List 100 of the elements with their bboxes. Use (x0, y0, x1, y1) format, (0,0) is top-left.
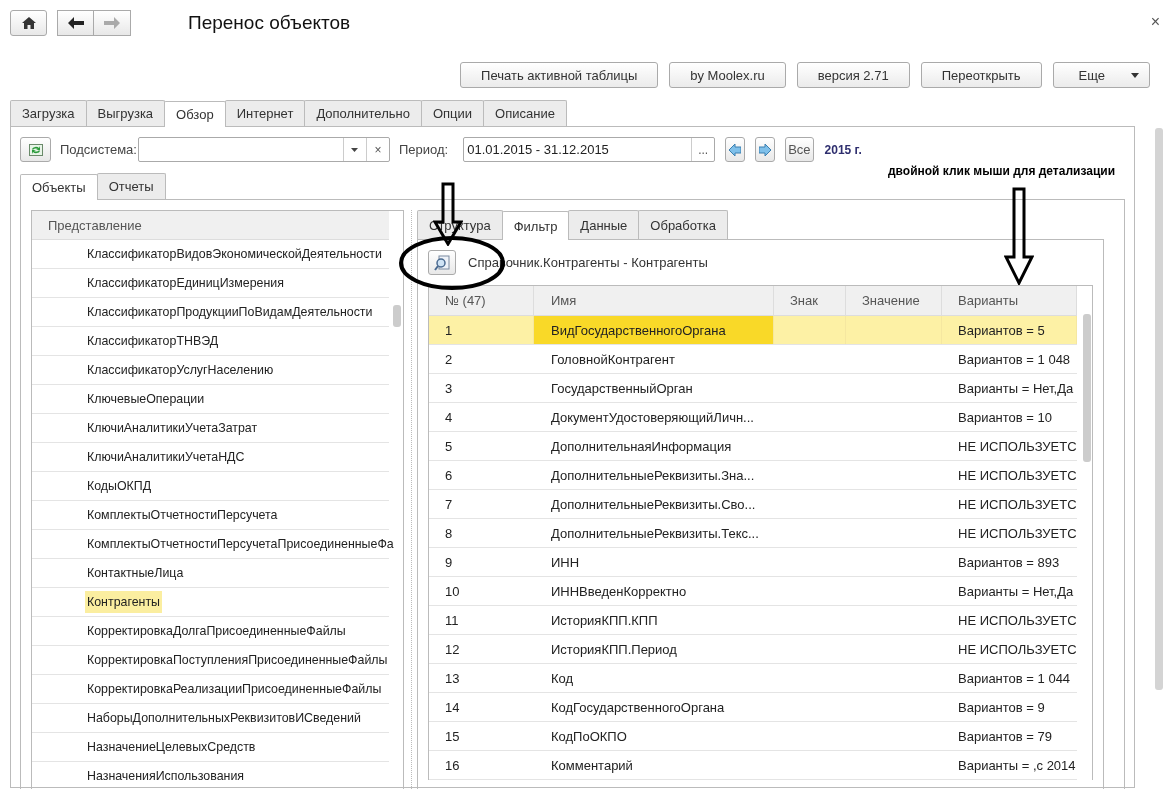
tab[interactable]: Отчеты (96, 173, 166, 199)
tab[interactable]: Описание (483, 100, 567, 126)
list-item[interactable]: КлассификаторВидовЭкономическойДеятельности (85, 243, 384, 265)
list-item[interactable]: НазначенияИспользования (85, 765, 247, 787)
table-row[interactable]: 1 ВидГосударственногоОргана Вариантов = 5 (429, 316, 1077, 345)
scrollbar-thumb[interactable] (1155, 128, 1163, 690)
column-header: Знак (774, 286, 846, 315)
list-item[interactable]: КлючевыеОперации (85, 388, 207, 410)
tab[interactable]: Обзор (164, 101, 226, 127)
forward-arrow-icon (104, 17, 120, 29)
scrollbar-thumb[interactable] (393, 305, 401, 327)
tab[interactable]: Интернет (224, 100, 306, 126)
table-row[interactable]: 9 ИНН Вариантов = 893 (429, 548, 1077, 577)
period-field[interactable]: 01.01.2015 - 31.12.2015 ... (463, 137, 716, 162)
tab[interactable]: Дополнительно (304, 100, 422, 126)
tab[interactable]: Опции (420, 100, 485, 126)
table-row[interactable]: 8 ДополнительныеРеквизиты.Текс... НЕ ИСПОЛЬЗУЕТС (429, 519, 1077, 548)
column-header: № (47) (429, 286, 534, 315)
list-item[interactable]: НаборыДополнительныхРеквизитовИСведений (85, 707, 363, 729)
table-row[interactable]: 4 ДокументУдостоверяющийЛичн... Вариантов = 10 (429, 403, 1077, 432)
close-button[interactable]: × (1148, 13, 1162, 31)
table-row[interactable]: 5 ДополнительнаяИнформация НЕ ИСПОЛЬЗУЕТС (429, 432, 1077, 461)
command-button[interactable]: Печать активной таблицы (460, 62, 659, 88)
tab[interactable]: Обработка (638, 210, 728, 239)
table-row[interactable]: 11 ИсторияКПП.КПП НЕ ИСПОЛЬЗУЕТС (429, 606, 1077, 635)
table-cell: Вариантов = 10 (958, 409, 1053, 425)
table-cell: Код (551, 670, 574, 686)
command-button[interactable]: by Moolex.ru (669, 62, 786, 88)
table-cell: Вариантов = 79 (958, 728, 1053, 744)
list-item[interactable]: Контрагенты (85, 591, 162, 613)
right-arrow-icon (759, 143, 772, 156)
table-cell: Вариантов = 5 (958, 322, 1045, 338)
tab[interactable]: Фильтр (501, 211, 570, 240)
list-item[interactable]: КлючиАналитикиУчетаНДС (85, 446, 247, 468)
table-cell: 11 (445, 612, 459, 628)
table-cell: Варианты = Нет,Да (958, 583, 1074, 599)
tab[interactable]: Объекты (20, 174, 98, 200)
choice-button[interactable]: ... (691, 138, 715, 161)
more-menu-button[interactable]: Еще (1052, 62, 1150, 88)
back-arrow-icon (67, 17, 84, 29)
table-row[interactable]: 7 ДополнительныеРеквизиты.Сво... НЕ ИСПОЛЬЗУЕТС (429, 490, 1077, 519)
back-button[interactable] (57, 10, 94, 36)
command-button[interactable]: Переоткрыть (920, 62, 1042, 88)
table-cell: НЕ ИСПОЛЬЗУЕТС (958, 438, 1077, 454)
list-item[interactable]: КлючиАналитикиУчетаЗатрат (85, 417, 260, 439)
column-header: Имя (534, 286, 774, 315)
table-row[interactable]: 12 ИсторияКПП.Период НЕ ИСПОЛЬЗУЕТС (429, 635, 1077, 664)
list-item[interactable]: КлассификаторПродукцииПоВидамДеятельности (85, 301, 375, 323)
table-cell: ГоловнойКонтрагент (551, 351, 675, 367)
list-item[interactable]: НазначениеЦелевыхСредств (85, 736, 258, 758)
tab[interactable]: Загрузка (10, 100, 87, 126)
command-button[interactable]: версия 2.71 (796, 62, 910, 88)
all-button[interactable]: Все (785, 137, 814, 162)
list-item[interactable]: КодыОКПД (85, 475, 154, 497)
column-header: Представление (32, 211, 389, 240)
table-row[interactable]: 14 КодГосударственногоОргана Вариантов = 9 (429, 693, 1077, 722)
list-item[interactable]: КонтактныеЛица (85, 562, 186, 584)
table-row[interactable]: 15 КодПоОКПО Вариантов = 79 (429, 722, 1077, 751)
previous-period-button[interactable] (725, 137, 746, 162)
next-period-button[interactable] (755, 137, 776, 162)
table-cell: 10 (445, 583, 460, 599)
search-icon (434, 254, 450, 271)
table-row[interactable]: 10 ИННВведенКорректно Варианты = Нет,Да (429, 577, 1077, 606)
column-header: Значение (846, 286, 942, 315)
list-item[interactable]: КлассификаторТНВЭД (85, 330, 221, 352)
table-row[interactable]: 16 Комментарий Варианты = ,с 2014 (429, 751, 1077, 780)
field-label: Подсистема: (60, 142, 137, 157)
window-title: Перенос объектов (188, 12, 351, 34)
list-item[interactable]: КорректировкаРеализацииПрисоединенныеФайлы (85, 678, 384, 700)
home-button[interactable] (10, 10, 47, 36)
subsystem-field[interactable]: × (137, 137, 390, 162)
table-cell: Вариантов = 9 (958, 699, 1045, 715)
table-row[interactable]: 13 Код Вариантов = 1 044 (429, 664, 1077, 693)
list-item[interactable]: КорректировкаДолгаПрисоединенныеФайлы (85, 620, 348, 642)
table-row[interactable]: 3 ГосударственныйОрган Варианты = Нет,Да (429, 374, 1077, 403)
find-button[interactable] (428, 250, 456, 275)
tab[interactable]: Данные (568, 210, 640, 239)
table-cell: 9 (445, 554, 453, 570)
table-cell: Вариантов = 1 048 (958, 351, 1071, 367)
list-item[interactable]: КлассификаторУслугНаселению (85, 359, 276, 381)
table-cell: ВидГосударственногоОргана (551, 322, 726, 338)
table-row[interactable]: 6 ДополнительныеРеквизиты.Зна... НЕ ИСПОЛЬЗУЕТС (429, 461, 1077, 490)
caret-icon (1131, 72, 1139, 78)
clear-button[interactable]: × (365, 138, 389, 161)
scrollbar-thumb[interactable] (1083, 314, 1091, 462)
table-cell: ДокументУдостоверяющийЛичн... (551, 409, 754, 425)
list-item[interactable]: КлассификаторЕдиницИзмерения (85, 272, 286, 294)
table-cell: 1 (445, 322, 453, 338)
list-item[interactable]: КорректировкаПоступленияПрисоединенныеФайлы (85, 649, 390, 671)
refresh-button[interactable] (20, 137, 51, 162)
table-cell: 2 (445, 351, 453, 367)
tab[interactable]: Выгрузка (85, 100, 166, 126)
list-item[interactable]: КомплектыОтчетностиПерсучетаПрисоединенныеФа (85, 533, 396, 555)
table-row[interactable]: 2 ГоловнойКонтрагент Вариантов = 1 048 (429, 345, 1077, 374)
refresh-icon (28, 143, 43, 156)
field-label: Период: (398, 142, 449, 157)
table-cell: 5 (445, 438, 453, 454)
table-cell: 16 (445, 757, 460, 773)
list-item[interactable]: КомплектыОтчетностиПерсучета (85, 504, 280, 526)
table-cell: НЕ ИСПОЛЬЗУЕТС (958, 641, 1077, 657)
